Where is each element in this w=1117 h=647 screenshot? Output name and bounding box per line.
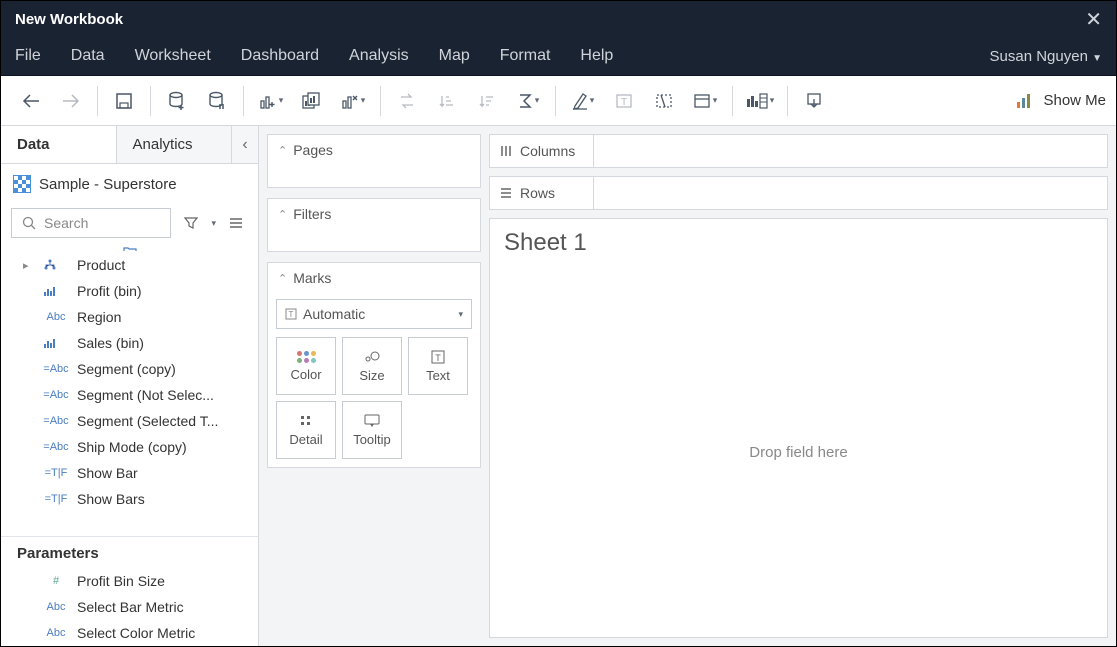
download-icon[interactable] (798, 85, 830, 117)
data-sidebar: Data Analytics ‹ Sample - Superstore Sea… (1, 126, 259, 646)
svg-text:T: T (435, 353, 441, 363)
save-icon[interactable] (108, 85, 140, 117)
pause-datasource-icon[interactable] (201, 85, 233, 117)
swap-icon[interactable] (391, 85, 423, 117)
duplicate-sheet-icon[interactable] (296, 85, 328, 117)
back-icon[interactable] (15, 85, 47, 117)
columns-shelf[interactable]: Columns (489, 134, 1108, 168)
tooltip-icon (364, 414, 380, 428)
field-segment-sel[interactable]: =AbcSegment (Selected T... (1, 408, 258, 434)
menu-worksheet[interactable]: Worksheet (135, 47, 211, 65)
menu-map[interactable]: Map (439, 47, 470, 65)
marks-shelf: ⌃Marks T Automatic▾ Color Size TText Det… (267, 262, 481, 468)
search-icon (22, 216, 36, 230)
param-select-color-metric[interactable]: AbcSelect Color Metric (1, 620, 258, 646)
menu-dashboard[interactable]: Dashboard (241, 47, 319, 65)
worksheet-canvas[interactable]: Sheet 1 Drop field here (489, 218, 1108, 638)
forward-icon[interactable] (55, 85, 87, 117)
drop-field-hint: Drop field here (490, 267, 1107, 637)
sheet-title[interactable]: Sheet 1 (490, 219, 1107, 267)
marks-size[interactable]: Size (342, 337, 402, 395)
filter-dropdown-icon[interactable]: ▾ (211, 218, 216, 229)
toolbar: ▾ ▾ ▾ ▾ T ▾ ▾ Show Me (1, 76, 1116, 126)
labels-icon[interactable]: T (608, 85, 640, 117)
field-profit-bin[interactable]: Profit (bin) (1, 278, 258, 304)
canvas-column: Columns Rows Sheet 1 Drop field here (489, 126, 1116, 646)
marks-tooltip[interactable]: Tooltip (342, 401, 402, 459)
detail-icon (299, 414, 313, 428)
field-showbars[interactable]: =T|FShow Bars (1, 486, 258, 512)
collapse-sidebar-icon[interactable]: ‹ (232, 126, 258, 163)
color-icon (297, 351, 316, 363)
menu-analysis[interactable]: Analysis (349, 47, 409, 65)
filters-shelf[interactable]: ⌃Filters (267, 198, 481, 252)
highlight-icon[interactable]: ▾ (562, 85, 604, 117)
format-icon[interactable] (648, 85, 680, 117)
rows-icon (500, 187, 512, 199)
fit-icon[interactable]: ▾ (684, 85, 726, 117)
field-sales-bin[interactable]: Sales (bin) (1, 330, 258, 356)
field-product[interactable]: ▸Product (1, 252, 258, 278)
shelves-column: ⌃Pages ⌃Filters ⌃Marks T Automatic▾ Colo… (259, 126, 489, 646)
field-showbar[interactable]: =T|FShow Bar (1, 460, 258, 486)
datasource-icon (13, 175, 31, 193)
new-worksheet-icon[interactable]: ▾ (250, 85, 292, 117)
text-type-icon: T (285, 308, 297, 320)
field-region[interactable]: AbcRegion (1, 304, 258, 330)
field-segment-copy[interactable]: =AbcSegment (copy) (1, 356, 258, 382)
field-segment-notsel[interactable]: =AbcSegment (Not Selec... (1, 382, 258, 408)
clear-sheet-icon[interactable]: ▾ (332, 85, 374, 117)
folder-icon (122, 246, 138, 252)
marks-text[interactable]: TText (408, 337, 468, 395)
param-select-bar-metric[interactable]: AbcSelect Bar Metric (1, 594, 258, 620)
text-icon: T (431, 350, 445, 364)
datasource-row[interactable]: Sample - Superstore (1, 164, 258, 204)
svg-text:T: T (289, 310, 294, 319)
view-options-icon[interactable] (224, 211, 248, 235)
sort-desc-icon[interactable] (471, 85, 503, 117)
titlebar: New Workbook ✕ (1, 1, 1116, 37)
totals-icon[interactable]: ▾ (507, 85, 549, 117)
filter-fields-icon[interactable] (179, 211, 203, 235)
marks-color[interactable]: Color (276, 337, 336, 395)
marks-type-dropdown[interactable]: T Automatic▾ (276, 299, 472, 329)
sort-asc-icon[interactable] (431, 85, 463, 117)
menu-help[interactable]: Help (580, 47, 613, 65)
field-list: ▸Product Profit (bin) AbcRegion Sales (b… (1, 242, 258, 536)
presentation-icon[interactable]: ▾ (739, 85, 781, 117)
parameters-header: Parameters (1, 537, 258, 568)
marks-detail[interactable]: Detail (276, 401, 336, 459)
tab-data[interactable]: Data (1, 126, 117, 163)
param-profit-bin-size[interactable]: #Profit Bin Size (1, 568, 258, 594)
user-menu[interactable]: Susan Nguyen ▼ (990, 48, 1102, 65)
showme-button[interactable]: Show Me (1015, 92, 1106, 110)
menubar: File Data Worksheet Dashboard Analysis M… (1, 37, 1116, 76)
menu-file[interactable]: File (15, 47, 41, 65)
rows-shelf[interactable]: Rows (489, 176, 1108, 210)
columns-icon (500, 145, 512, 157)
menu-format[interactable]: Format (500, 47, 551, 65)
pages-shelf[interactable]: ⌃Pages (267, 134, 481, 188)
svg-text:T: T (621, 97, 627, 108)
window-title: New Workbook (15, 11, 1085, 28)
size-icon (363, 350, 381, 364)
search-input[interactable]: Search (11, 208, 171, 238)
close-icon[interactable]: ✕ (1085, 7, 1102, 32)
field-shipmode-copy[interactable]: =AbcShip Mode (copy) (1, 434, 258, 460)
tab-analytics[interactable]: Analytics (117, 126, 233, 163)
menu-data[interactable]: Data (71, 47, 105, 65)
new-datasource-icon[interactable] (161, 85, 193, 117)
